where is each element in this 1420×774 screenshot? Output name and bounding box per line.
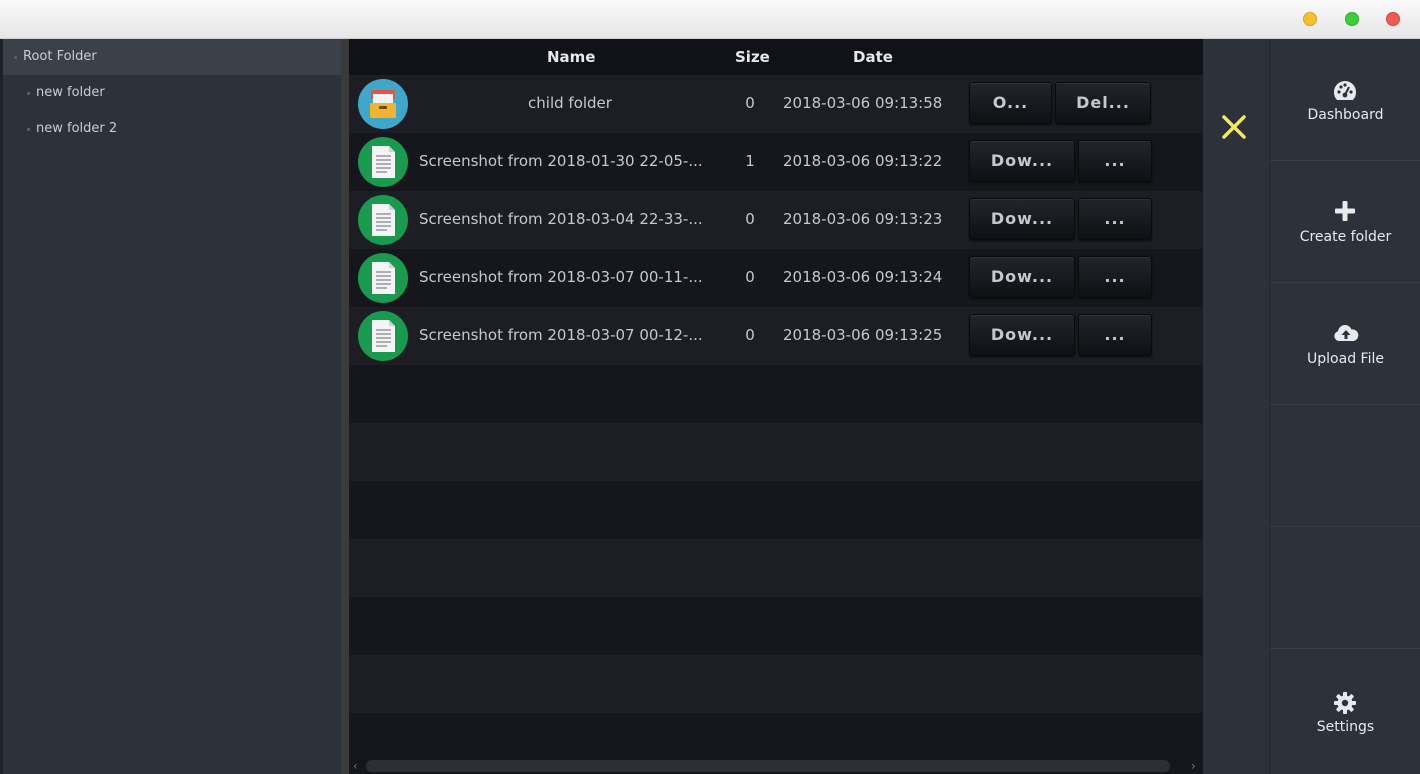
- file-size: 0: [745, 326, 755, 344]
- table-row[interactable]: Screenshot from 2018-03-07 00-11-... 0 2…: [349, 249, 1203, 307]
- table-row[interactable]: child folder 0 2018-03-06 09:13:58 O... …: [349, 75, 1203, 133]
- empty-row: [349, 539, 1203, 597]
- tree-item-label: Root Folder: [23, 49, 97, 64]
- file-table: Name Size Date child folder 0 2018-03-06…: [349, 39, 1203, 774]
- folder-tree: Root Folder new folder new folder 2: [0, 39, 341, 774]
- nav-create-folder[interactable]: Create folder: [1270, 161, 1420, 283]
- file-name: Screenshot from 2018-03-07 00-11-...: [419, 268, 703, 286]
- nav-upload-file[interactable]: Upload File: [1270, 283, 1420, 405]
- download-button[interactable]: Dow...: [969, 140, 1075, 182]
- tree-expander-icon[interactable]: [14, 56, 17, 59]
- nav-empty-slot: [1270, 405, 1420, 527]
- file-name: Screenshot from 2018-01-30 22-05-...: [419, 152, 703, 170]
- file-size: 0: [745, 268, 755, 286]
- download-button[interactable]: Dow...: [969, 314, 1075, 356]
- file-name: child folder: [528, 94, 612, 112]
- panel-splitter[interactable]: [341, 39, 349, 774]
- scroll-right-icon[interactable]: ›: [1191, 758, 1196, 774]
- empty-row: [349, 597, 1203, 655]
- tree-item-new-folder-2[interactable]: new folder 2: [3, 111, 341, 147]
- tree-item-label: new folder: [36, 85, 105, 100]
- file-icon: [358, 311, 408, 361]
- file-icon: [358, 253, 408, 303]
- window-titlebar: [0, 0, 1420, 39]
- more-button[interactable]: ...: [1078, 314, 1152, 356]
- file-date: 2018-03-06 09:13:23: [783, 210, 943, 228]
- column-header-name[interactable]: Name: [547, 48, 595, 66]
- table-row[interactable]: Screenshot from 2018-03-04 22-33-... 0 2…: [349, 191, 1203, 249]
- folder-icon: [358, 79, 408, 129]
- tree-expander-icon[interactable]: [27, 128, 30, 131]
- tree-item-new-folder[interactable]: new folder: [3, 75, 341, 111]
- scrollbar-thumb[interactable]: [366, 760, 1170, 772]
- more-button[interactable]: ...: [1078, 256, 1152, 298]
- file-size: 0: [745, 210, 755, 228]
- table-row[interactable]: Screenshot from 2018-01-30 22-05-... 1 2…: [349, 133, 1203, 191]
- empty-row: [349, 423, 1203, 481]
- file-date: 2018-03-06 09:13:58: [783, 94, 943, 112]
- file-date: 2018-03-06 09:13:22: [783, 152, 943, 170]
- scroll-left-icon[interactable]: ‹: [353, 758, 358, 774]
- nav-empty-slot: [1270, 527, 1420, 649]
- more-button[interactable]: ...: [1078, 140, 1152, 182]
- close-window-button[interactable]: [1386, 12, 1400, 26]
- column-header-size[interactable]: Size: [735, 48, 770, 66]
- delete-button[interactable]: Del...: [1055, 82, 1151, 124]
- tree-expander-icon[interactable]: [27, 92, 30, 95]
- download-button[interactable]: Dow...: [969, 198, 1075, 240]
- file-icon: [358, 137, 408, 187]
- file-date: 2018-03-06 09:13:24: [783, 268, 943, 286]
- table-row[interactable]: Screenshot from 2018-03-07 00-12-... 0 2…: [349, 307, 1203, 365]
- file-icon: [358, 195, 408, 245]
- right-navigation: Dashboard Create folder Upload File Sett…: [1269, 39, 1420, 774]
- tree-item-root-folder[interactable]: Root Folder: [3, 39, 341, 75]
- nav-label: Settings: [1316, 719, 1375, 735]
- empty-row: [349, 655, 1203, 713]
- nav-label: Dashboard: [1307, 107, 1384, 123]
- file-size: 1: [745, 152, 755, 170]
- empty-row: [349, 481, 1203, 539]
- nav-label: Upload File: [1307, 351, 1384, 367]
- nav-settings[interactable]: Settings: [1270, 649, 1420, 771]
- plus-icon: [1333, 199, 1357, 223]
- close-panel-area: [1203, 39, 1269, 774]
- empty-row: [349, 365, 1203, 423]
- table-header: Name Size Date: [349, 39, 1203, 75]
- gear-icon: [1333, 691, 1357, 715]
- file-size: 0: [745, 94, 755, 112]
- file-date: 2018-03-06 09:13:25: [783, 326, 943, 344]
- minimize-button[interactable]: [1303, 12, 1317, 26]
- file-name: Screenshot from 2018-03-04 22-33-...: [419, 210, 703, 228]
- dashboard-icon: [1333, 79, 1357, 103]
- open-button[interactable]: O...: [969, 82, 1052, 124]
- maximize-button[interactable]: [1345, 12, 1359, 26]
- file-name: Screenshot from 2018-03-07 00-12-...: [419, 326, 703, 344]
- nav-label: Create folder: [1299, 229, 1392, 245]
- tree-item-label: new folder 2: [36, 121, 118, 136]
- column-header-date[interactable]: Date: [853, 48, 893, 66]
- more-button[interactable]: ...: [1078, 198, 1152, 240]
- horizontal-scrollbar[interactable]: ‹ ›: [349, 758, 1203, 774]
- nav-dashboard[interactable]: Dashboard: [1270, 39, 1420, 161]
- cloud-upload-icon: [1333, 321, 1359, 345]
- close-icon[interactable]: [1220, 113, 1248, 141]
- download-button[interactable]: Dow...: [969, 256, 1075, 298]
